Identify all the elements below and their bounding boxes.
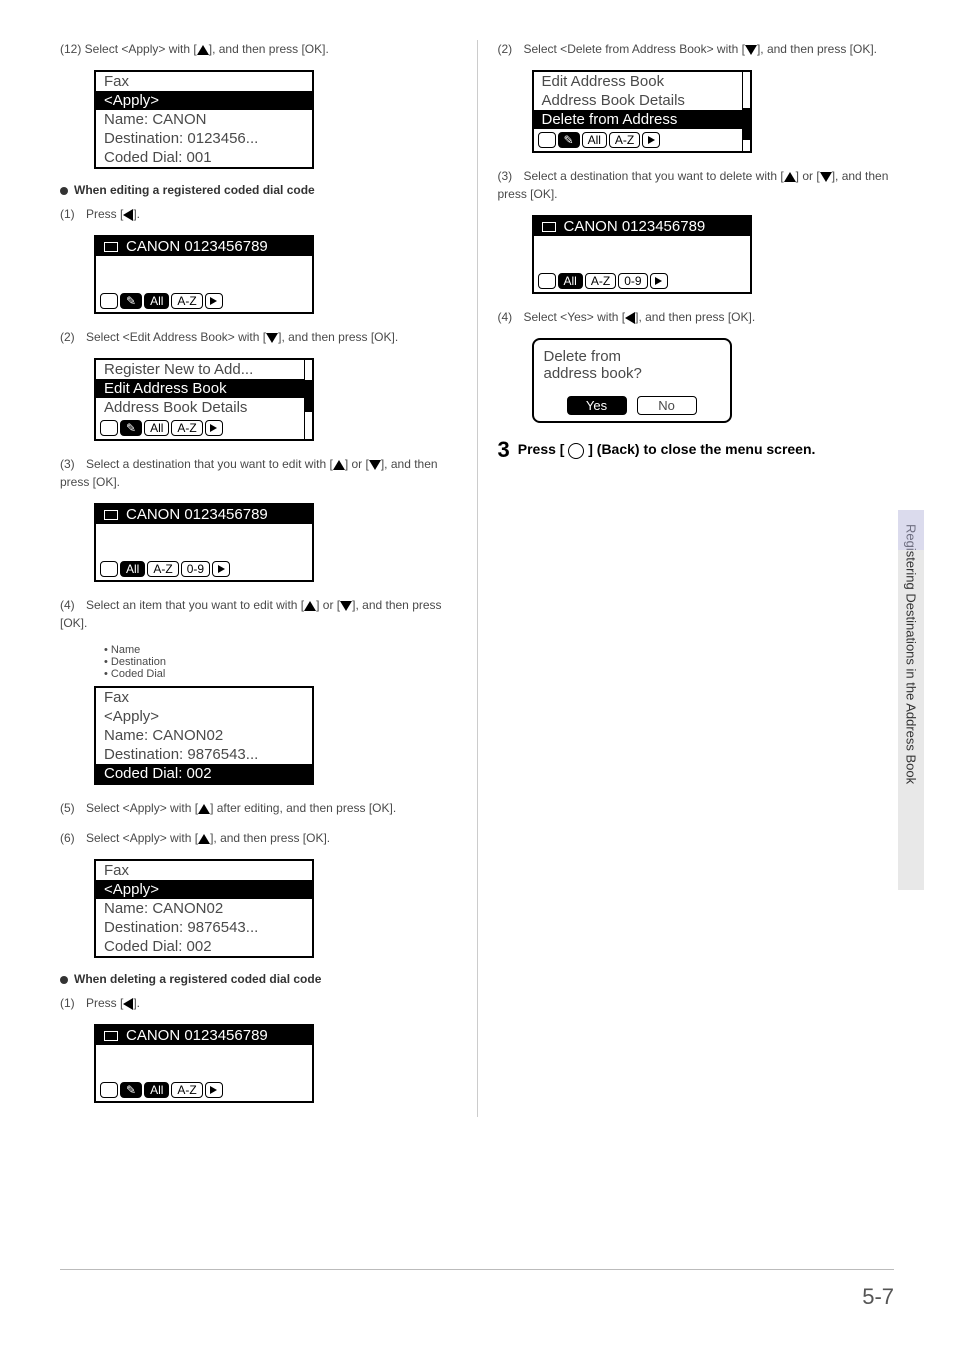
up-icon xyxy=(333,460,345,470)
down-icon xyxy=(340,601,352,611)
step-12: (12) Select <Apply> with [], and then pr… xyxy=(60,40,457,58)
lcd-fax-coded: Fax <Apply> Name: CANON02 Destination: 9… xyxy=(94,686,314,785)
left-icon xyxy=(123,998,133,1010)
edit-step-6: (6)Select <Apply> with [], and then pres… xyxy=(60,829,457,847)
lcd-canon-2: CANON 0123456789 All A-Z 0-9 xyxy=(94,503,314,582)
del-step-1: (1)Press []. xyxy=(60,994,457,1012)
del-step-3: (3)Select a destination that you want to… xyxy=(498,167,895,203)
page-number: 5-7 xyxy=(862,1284,894,1310)
lcd-edit-ab: Register New to Add... Edit Address Book… xyxy=(94,358,314,441)
down-icon xyxy=(369,460,381,470)
addressbook-icon xyxy=(104,242,118,252)
lcd-fax-apply: Fax <Apply> Name: CANON Destination: 012… xyxy=(94,70,314,169)
lcd-canon-1: CANON 0123456789 ✎ All A-Z xyxy=(94,235,314,314)
edit-step-2: (2)Select <Edit Address Book> with [], a… xyxy=(60,328,457,346)
az-button: A-Z xyxy=(171,293,202,309)
blank-button xyxy=(100,293,118,309)
edit-step-1: (1)Press []. xyxy=(60,205,457,223)
main-step-3: 3 Press [ ] (Back) to close the menu scr… xyxy=(498,437,895,463)
addressbook-icon xyxy=(104,510,118,520)
lcd-fax-apply-2: Fax <Apply> Name: CANON02 Destination: 9… xyxy=(94,859,314,958)
up-icon xyxy=(197,45,209,55)
del-step-4: (4)Select <Yes> with [], and then press … xyxy=(498,308,895,326)
lcd-canon-4: CANON 0123456789 All A-Z 0-9 xyxy=(532,215,752,294)
next-button xyxy=(205,293,223,309)
edit-items-list: Name Destination Coded Dial xyxy=(104,644,457,680)
up-icon xyxy=(784,172,796,182)
edit-step-4: (4)Select an item that you want to edit … xyxy=(60,596,457,632)
heading-edit: When editing a registered coded dial cod… xyxy=(60,183,457,197)
edit-button: ✎ xyxy=(120,293,142,309)
down-icon xyxy=(745,45,757,55)
left-icon xyxy=(123,209,133,221)
down-icon xyxy=(820,172,832,182)
up-icon xyxy=(304,601,316,611)
all-button: All xyxy=(144,293,169,309)
addressbook-icon xyxy=(104,1031,118,1041)
lcd-canon-3: CANON 0123456789 ✎ All A-Z xyxy=(94,1024,314,1103)
confirm-dialog: Delete from address book? Yes No xyxy=(532,338,732,423)
side-tab: Registering Destinations in the Address … xyxy=(898,510,924,890)
footer-divider xyxy=(60,1269,894,1270)
no-button: No xyxy=(637,396,697,415)
left-icon xyxy=(625,312,635,324)
back-icon xyxy=(568,443,584,459)
heading-delete: When deleting a registered coded dial co… xyxy=(60,972,457,986)
addressbook-icon xyxy=(542,222,556,232)
edit-step-3: (3)Select a destination that you want to… xyxy=(60,455,457,491)
edit-step-5: (5)Select <Apply> with [] after editing,… xyxy=(60,799,457,817)
yes-button: Yes xyxy=(567,396,627,415)
del-step-2: (2)Select <Delete from Address Book> wit… xyxy=(498,40,895,58)
lcd-delete-ab: Edit Address Book Address Book Details D… xyxy=(532,70,752,153)
up-icon xyxy=(198,804,210,814)
up-icon xyxy=(198,834,210,844)
down-icon xyxy=(266,333,278,343)
